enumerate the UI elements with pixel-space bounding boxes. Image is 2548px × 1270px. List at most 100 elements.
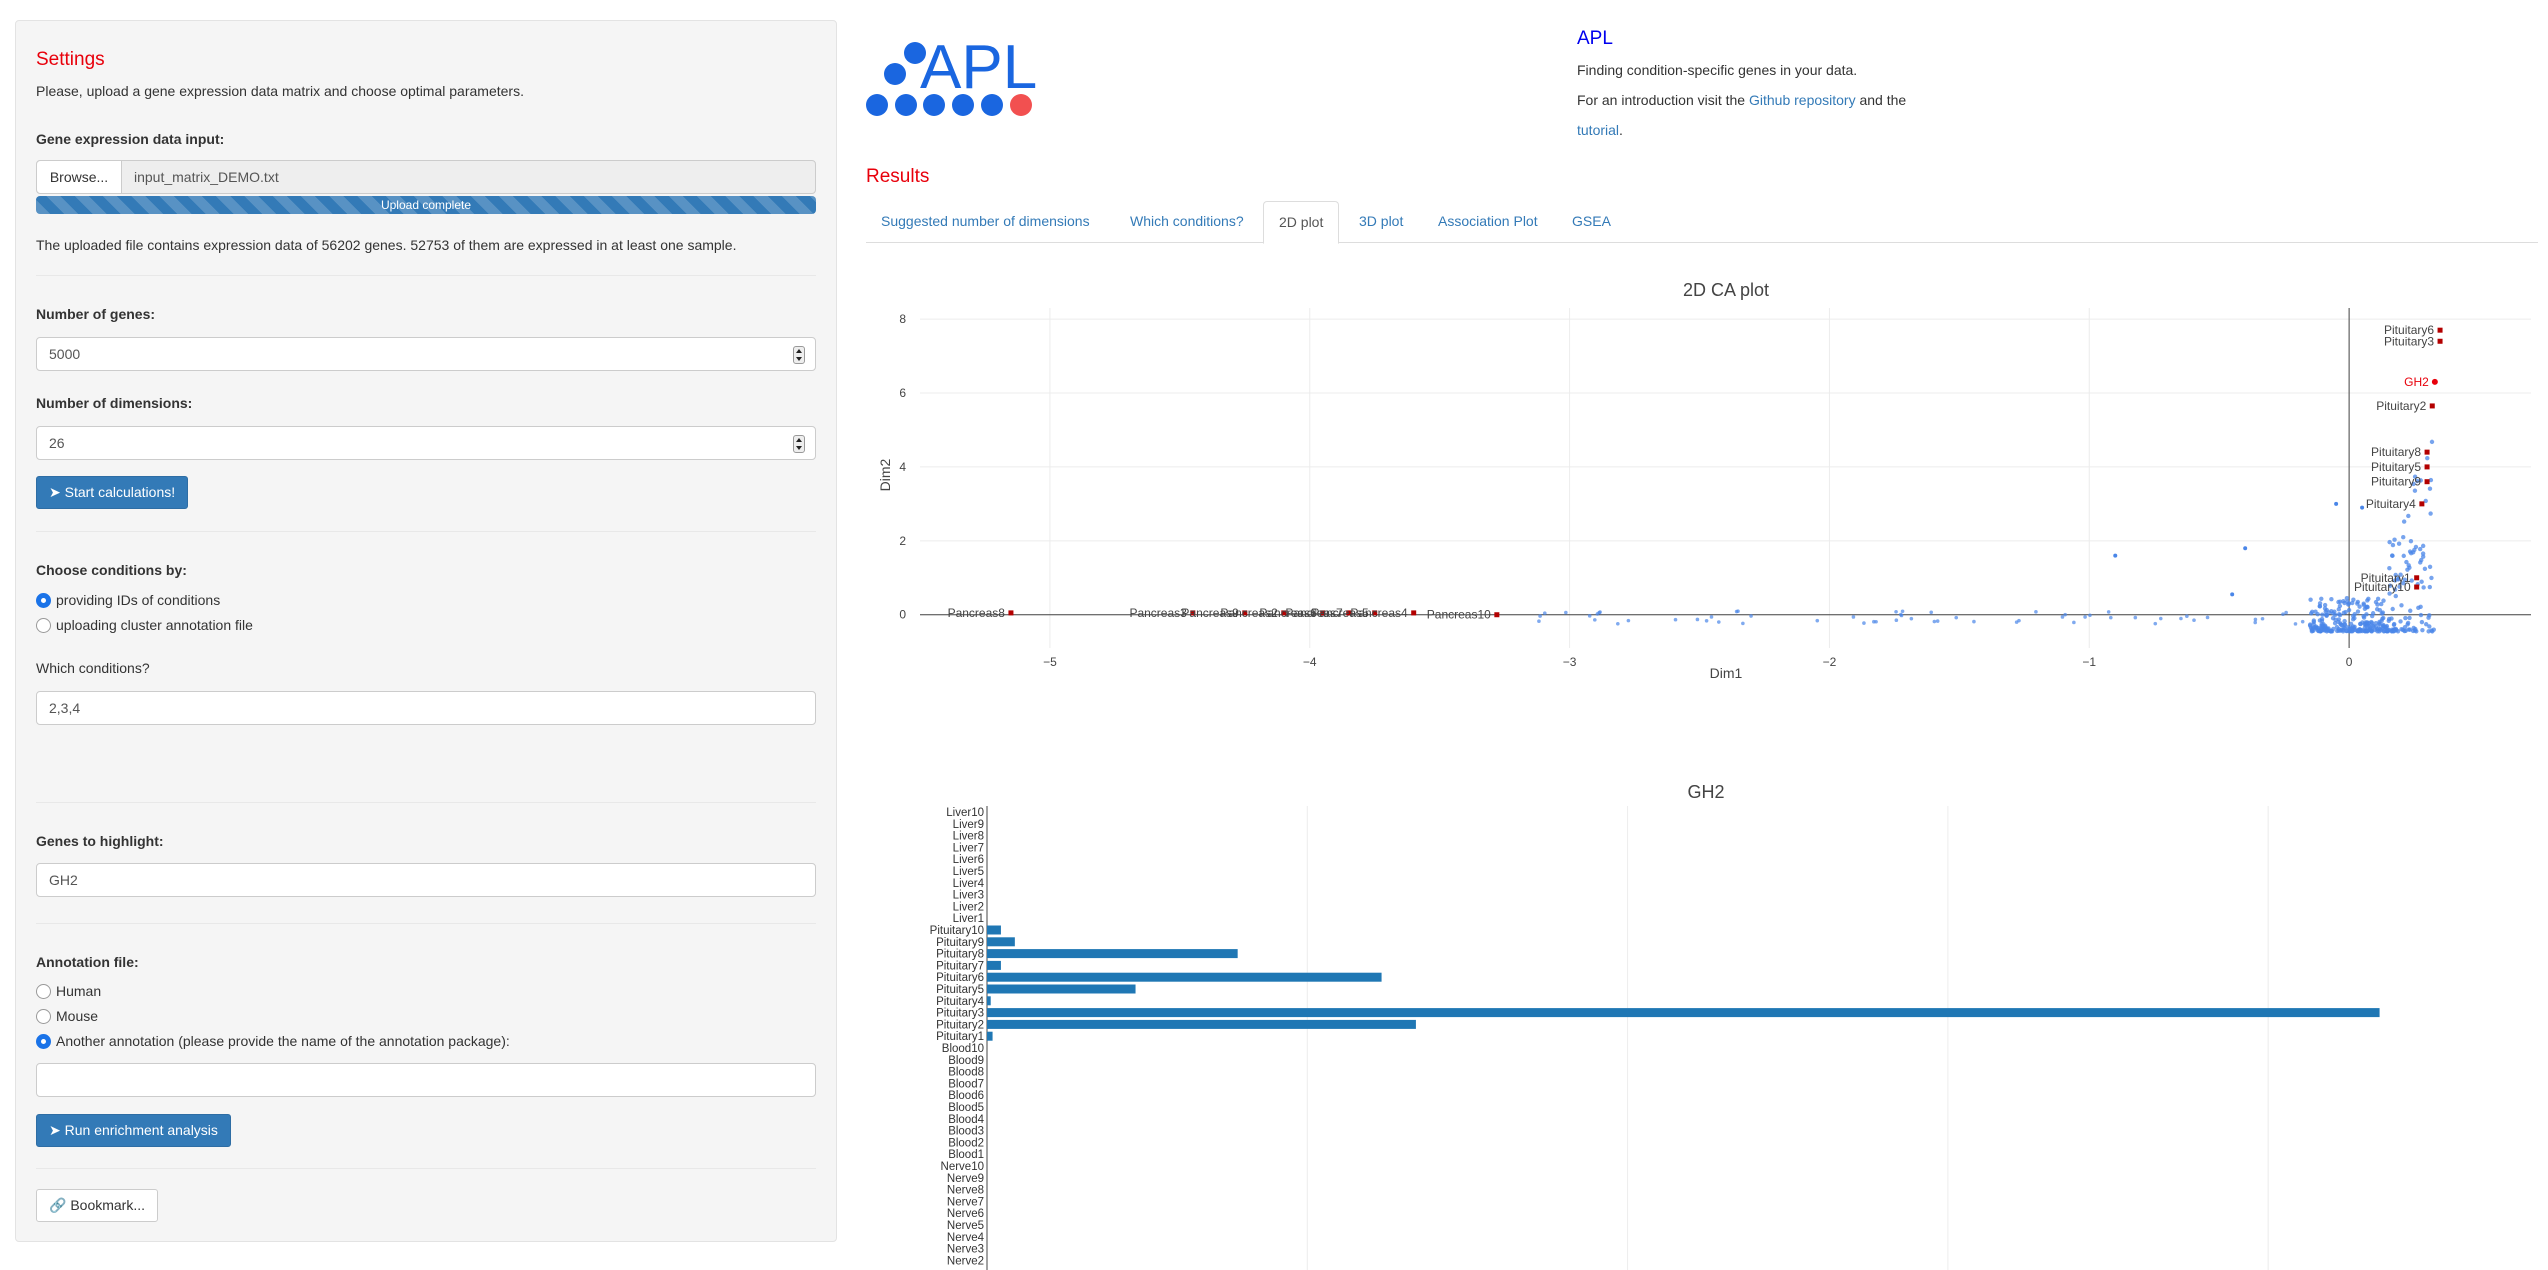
tab-3d-plot[interactable]: 3D plot <box>1344 201 1418 243</box>
start-calculations-button[interactable]: ➤ Start calculations! <box>36 476 189 509</box>
ca-gene-point <box>1935 619 1940 623</box>
radio-mouse-label: Mouse <box>56 1008 99 1024</box>
ca-sample-label: Pituitary10 <box>2354 580 2411 594</box>
tab-suggested-dimensions[interactable]: Suggested number of dimensions <box>866 201 1105 243</box>
tab-2d-plot[interactable]: 2D plot <box>1263 201 1340 244</box>
browse-button[interactable]: Browse... <box>37 161 122 193</box>
tutorial-link[interactable]: tutorial <box>1577 122 1619 138</box>
bar-category-label: Blood1 <box>948 1149 984 1161</box>
ca-gene-point <box>2417 546 2423 552</box>
ca-gene-point <box>1929 610 1934 615</box>
annotation-package-input[interactable] <box>36 1063 816 1097</box>
bookmark-button[interactable]: 🔗 Bookmark... <box>36 1189 159 1222</box>
ca-gene-point <box>2392 537 2397 542</box>
ca-gene-point <box>2342 600 2347 606</box>
bar-category-label: Pituitary2 <box>936 1019 984 1031</box>
radio-unselected-icon[interactable] <box>36 1008 51 1024</box>
number-stepper-icon[interactable] <box>793 435 805 453</box>
ca-plot-title: 2D CA plot <box>1683 280 1769 300</box>
ca-gene-point <box>2410 628 2416 634</box>
ca-gene-point <box>1851 615 1856 619</box>
ca-highlighted-gene-point <box>2431 378 2438 385</box>
radio-upload-annotation[interactable]: uploading cluster annotation file <box>36 616 253 634</box>
ca-gene-point <box>2429 628 2434 633</box>
ca-scatter-plot[interactable]: 2D CA plot −5 −4 −3 −2 −1 0 0 2 4 6 8 Pancreas8 Pan… <box>866 270 2538 690</box>
ca-gene-point <box>2346 601 2352 606</box>
ca-sample-label: Pituitary8 <box>2371 445 2421 459</box>
ca-gene-point <box>2420 551 2426 556</box>
bar-category-label: Nerve4 <box>947 1232 985 1244</box>
ca-x-tick-label: −4 <box>1303 655 1317 669</box>
bar <box>987 1008 2380 1018</box>
ca-gene-point <box>2350 628 2355 634</box>
ca-gene-point <box>2337 612 2343 618</box>
bar-series <box>987 925 2380 1041</box>
ca-xlabel: Dim1 <box>1710 665 1743 681</box>
which-conditions-input[interactable]: 2,3,4 <box>36 691 816 725</box>
bookmark-label: Bookmark... <box>70 1197 146 1213</box>
bar-category-label: Pituitary4 <box>936 996 985 1008</box>
bar-category-label: Pituitary8 <box>936 949 984 961</box>
ca-gene-point <box>2421 585 2426 590</box>
radio-selected-icon[interactable] <box>36 1033 51 1049</box>
num-dims-input[interactable]: 26 <box>36 426 816 460</box>
ca-gene-point <box>2072 620 2076 625</box>
highlight-genes-input[interactable]: GH2 <box>36 863 816 897</box>
ca-gene-point <box>2317 603 2322 609</box>
ca-gene-point <box>2403 615 2408 621</box>
ca-gene-point <box>2420 627 2425 633</box>
app-title: APL <box>1577 28 1613 49</box>
radio-human[interactable]: Human <box>36 982 101 1000</box>
tab-gsea[interactable]: GSEA <box>1557 201 1626 243</box>
ca-gene-point <box>2352 615 2357 621</box>
ca-sample-points <box>1008 327 2443 618</box>
ca-sample-marker <box>2424 479 2430 485</box>
tab-which-conditions[interactable]: Which conditions? <box>1115 201 1259 243</box>
bar-category-label: Pituitary10 <box>930 925 984 937</box>
ca-gene-point <box>2429 439 2435 445</box>
ca-sample-marker <box>2414 584 2420 590</box>
intro-line: For an introduction visit the Github rep… <box>1577 92 1906 108</box>
ca-gene-point <box>2386 616 2392 622</box>
radio-selected-icon[interactable] <box>36 592 51 608</box>
bar-category-label: Liver7 <box>953 842 984 854</box>
file-input[interactable]: Browse... input_matrix_DEMO.txt <box>36 160 816 194</box>
ca-gridlines <box>920 308 2531 648</box>
ca-gene-point <box>2230 592 2235 597</box>
ca-x-tick-label: −1 <box>2082 655 2096 669</box>
ca-gene-point <box>2346 607 2352 613</box>
logo-text: APL <box>920 33 1037 102</box>
num-genes-input[interactable]: 5000 <box>36 337 816 371</box>
ca-gene-point <box>2365 604 2370 610</box>
radio-unselected-icon[interactable] <box>36 983 51 999</box>
radio-another-annotation[interactable]: Another annotation (please provide the n… <box>36 1032 510 1050</box>
ca-gene-point <box>2384 623 2390 629</box>
radio-mouse[interactable]: Mouse <box>36 1007 98 1025</box>
radio-unselected-icon[interactable] <box>36 617 51 633</box>
radio-provide-ids[interactable]: providing IDs of conditions <box>36 591 220 609</box>
bar <box>987 949 1238 959</box>
number-stepper-icon[interactable] <box>793 346 805 364</box>
ca-gene-point <box>1894 609 1898 614</box>
bar-category-label: Blood9 <box>948 1055 984 1067</box>
ca-gene-point <box>1872 619 1876 624</box>
settings-panel: Settings Please, upload a gene expressio… <box>15 20 837 1242</box>
tab-association-plot[interactable]: Association Plot <box>1423 201 1553 243</box>
bar <box>987 1019 1416 1029</box>
ca-gene-point <box>2401 553 2406 559</box>
bar-category-label: Liver3 <box>953 890 984 902</box>
github-link[interactable]: Github repository <box>1749 92 1856 108</box>
ca-gene-point <box>2324 607 2329 613</box>
ca-sample-label: Pancreas3 <box>1129 606 1187 620</box>
ca-gene-point <box>2344 628 2349 634</box>
ca-sample-label: Pituitary9 <box>2371 475 2421 489</box>
bar-category-label: Blood7 <box>948 1078 984 1090</box>
ca-gene-point <box>2319 616 2325 622</box>
ca-gene-point <box>2377 621 2382 626</box>
bar-category-label: Nerve9 <box>947 1173 984 1185</box>
conditions-label: Choose conditions by: <box>36 562 187 578</box>
gene-bar-chart[interactable]: GH2 Liver10Liver9Liver8Liver7Liver6Liver… <box>866 770 2538 1270</box>
run-enrichment-button[interactable]: ➤ Run enrichment analysis <box>36 1114 231 1147</box>
ca-gene-point <box>2425 455 2430 461</box>
ca-gene-point <box>2418 612 2424 618</box>
